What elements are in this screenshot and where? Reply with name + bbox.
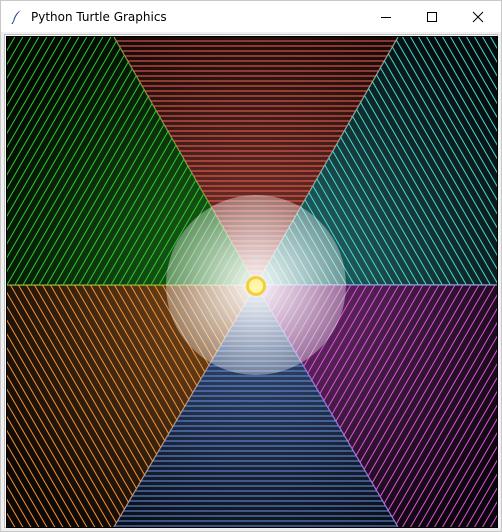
close-icon	[472, 11, 484, 22]
turtle-canvas[interactable]	[6, 36, 498, 528]
minimize-button[interactable]	[363, 1, 409, 32]
feather-icon	[10, 9, 24, 25]
title-bar[interactable]: Python Turtle Graphics	[1, 1, 501, 32]
center-dot	[249, 279, 263, 293]
window-title: Python Turtle Graphics	[31, 9, 167, 24]
close-button[interactable]	[455, 1, 501, 32]
maximize-icon	[427, 11, 437, 22]
maximize-button[interactable]	[409, 1, 455, 32]
turtle-window: Python Turtle Graphics	[0, 0, 502, 532]
drawing-canvas-frame	[4, 34, 498, 528]
minimize-icon	[381, 16, 391, 18]
